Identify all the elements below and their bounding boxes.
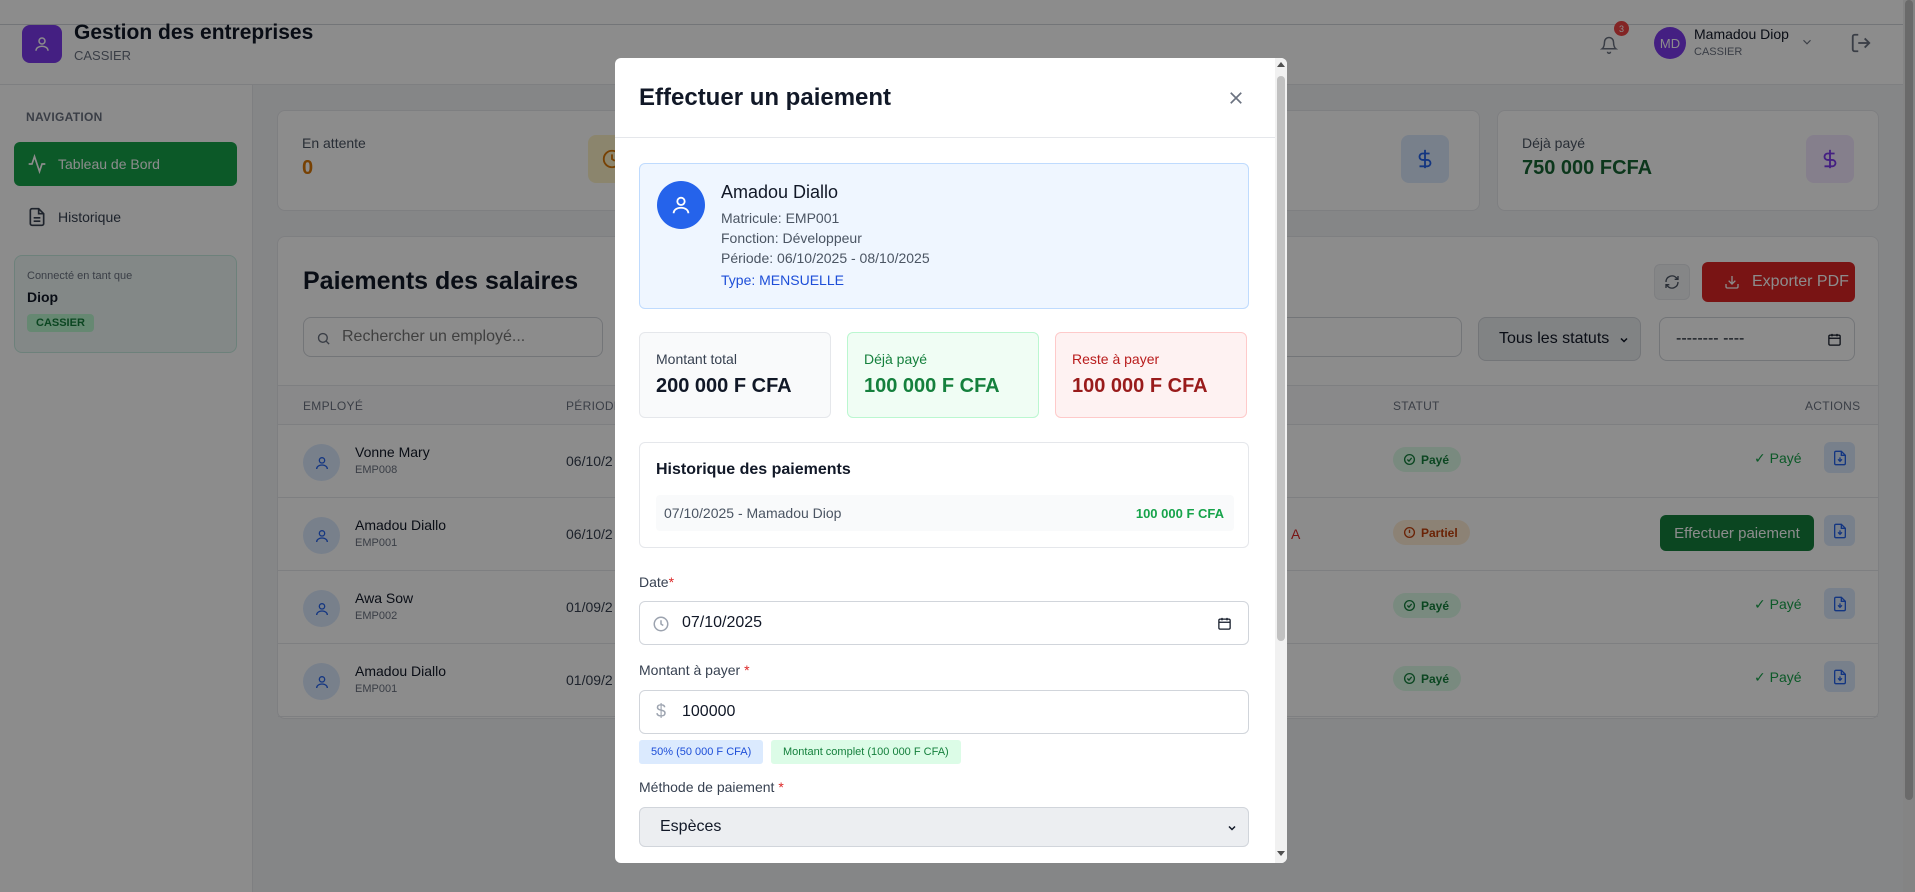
employee-function: Fonction: Développeur bbox=[721, 230, 862, 246]
remaining-amount-card: Reste à payer 100 000 F CFA bbox=[1055, 332, 1247, 418]
total-amount-label: Montant total bbox=[656, 351, 737, 367]
payment-method-select[interactable]: Espèces bbox=[639, 807, 1249, 847]
total-amount-value: 200 000 F CFA bbox=[656, 375, 792, 397]
amount-field[interactable]: $ 100000 bbox=[639, 690, 1249, 734]
avatar bbox=[657, 181, 705, 229]
date-value: 07/10/2025 bbox=[682, 614, 763, 631]
payment-method-label-text: Méthode de paiement bbox=[639, 779, 779, 795]
half-amount-button[interactable]: 50% (50 000 F CFA) bbox=[639, 740, 764, 764]
clock-icon bbox=[653, 616, 669, 632]
date-label-text: Date bbox=[639, 574, 669, 590]
amount-value: 100000 bbox=[682, 703, 736, 720]
employee-period: Période: 06/10/2025 - 08/10/2025 bbox=[721, 250, 930, 266]
employee-name: Amadou Diallo bbox=[721, 182, 839, 202]
scroll-down-arrow[interactable] bbox=[1277, 851, 1285, 856]
scroll-up-arrow[interactable] bbox=[1277, 62, 1285, 67]
payment-modal: Effectuer un paiement Amadou Diallo Matr… bbox=[615, 58, 1287, 863]
full-amount-button[interactable]: Montant complet (100 000 F CFA) bbox=[771, 740, 961, 764]
calendar-icon[interactable] bbox=[1217, 616, 1232, 631]
amount-label: Montant à payer * bbox=[639, 662, 750, 678]
employee-matricule: Matricule: EMP001 bbox=[721, 210, 840, 226]
payment-history-card: Historique des paiements 07/10/2025 - Ma… bbox=[639, 442, 1249, 548]
history-entry-date-user: 07/10/2025 - Mamadou Diop bbox=[664, 505, 842, 521]
close-icon bbox=[1230, 92, 1242, 104]
modal-scrollbar[interactable] bbox=[1275, 58, 1287, 863]
employee-pay-type: Type: MENSUELLE bbox=[721, 272, 844, 288]
amount-label-text: Montant à payer bbox=[639, 662, 745, 678]
date-label: Date* bbox=[639, 574, 674, 590]
payment-method-label: Méthode de paiement * bbox=[639, 779, 784, 795]
employee-info-card: Amadou Diallo Matricule: EMP001 Fonction… bbox=[639, 163, 1249, 309]
payment-method-value: Espèces bbox=[660, 818, 722, 835]
paid-amount-label: Déjà payé bbox=[864, 351, 928, 367]
total-amount-card: Montant total 200 000 F CFA bbox=[639, 332, 831, 418]
user-icon bbox=[672, 196, 690, 214]
required-mark: * bbox=[744, 662, 750, 678]
modal-title: Effectuer un paiement bbox=[639, 84, 892, 111]
dollar-icon: $ bbox=[656, 701, 667, 721]
required-mark: * bbox=[668, 574, 675, 590]
paid-amount-value: 100 000 F CFA bbox=[864, 375, 1000, 397]
payment-history-title: Historique des paiements bbox=[656, 461, 851, 478]
history-entry-amount: 100 000 F CFA bbox=[1135, 506, 1224, 521]
list-item: 07/10/2025 - Mamadou Diop 100 000 F CFA bbox=[656, 495, 1234, 531]
modal-header: Effectuer un paiement bbox=[615, 58, 1275, 138]
remaining-amount-value: 100 000 F CFA bbox=[1072, 375, 1208, 397]
remaining-amount-label: Reste à payer bbox=[1072, 351, 1160, 367]
chevron-down-icon bbox=[1228, 825, 1236, 831]
modal-scrollbar-thumb[interactable] bbox=[1277, 76, 1285, 641]
date-field[interactable]: 07/10/2025 bbox=[639, 601, 1249, 645]
paid-amount-card: Déjà payé 100 000 F CFA bbox=[847, 332, 1039, 418]
close-button[interactable] bbox=[1224, 86, 1248, 110]
required-mark: * bbox=[778, 779, 784, 795]
